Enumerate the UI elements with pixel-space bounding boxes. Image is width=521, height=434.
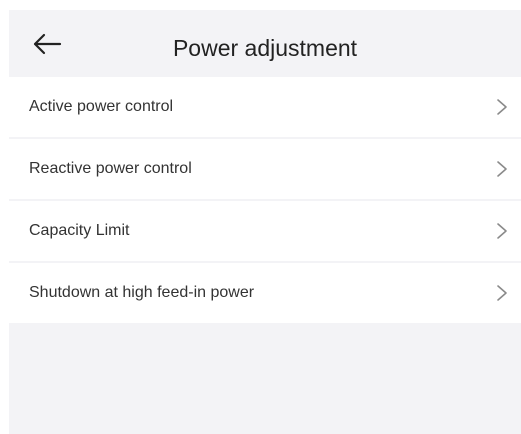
chevron-right-icon bbox=[497, 161, 507, 177]
menu-item-label: Active power control bbox=[29, 98, 174, 115]
menu-item-active-power-control[interactable]: Active power control bbox=[9, 77, 521, 137]
power-adjustment-screen: Power adjustment Active power control Re… bbox=[9, 10, 521, 434]
back-button[interactable] bbox=[27, 26, 67, 62]
menu-item-shutdown-at-high-feed-in-power[interactable]: Shutdown at high feed-in power bbox=[9, 263, 521, 323]
menu-item-capacity-limit[interactable]: Capacity Limit bbox=[9, 201, 521, 261]
chevron-right-icon bbox=[497, 223, 507, 239]
menu-item-label: Capacity Limit bbox=[29, 222, 130, 239]
header-bar: Power adjustment bbox=[9, 10, 521, 77]
menu-item-label: Shutdown at high feed-in power bbox=[29, 284, 255, 301]
chevron-right-icon bbox=[497, 99, 507, 115]
menu-item-label: Reactive power control bbox=[29, 160, 192, 177]
chevron-right-icon bbox=[497, 285, 507, 301]
arrow-left-icon bbox=[33, 33, 62, 55]
menu-item-reactive-power-control[interactable]: Reactive power control bbox=[9, 139, 521, 199]
page-title: Power adjustment bbox=[172, 35, 358, 61]
settings-list: Active power control Reactive power cont… bbox=[9, 77, 521, 323]
